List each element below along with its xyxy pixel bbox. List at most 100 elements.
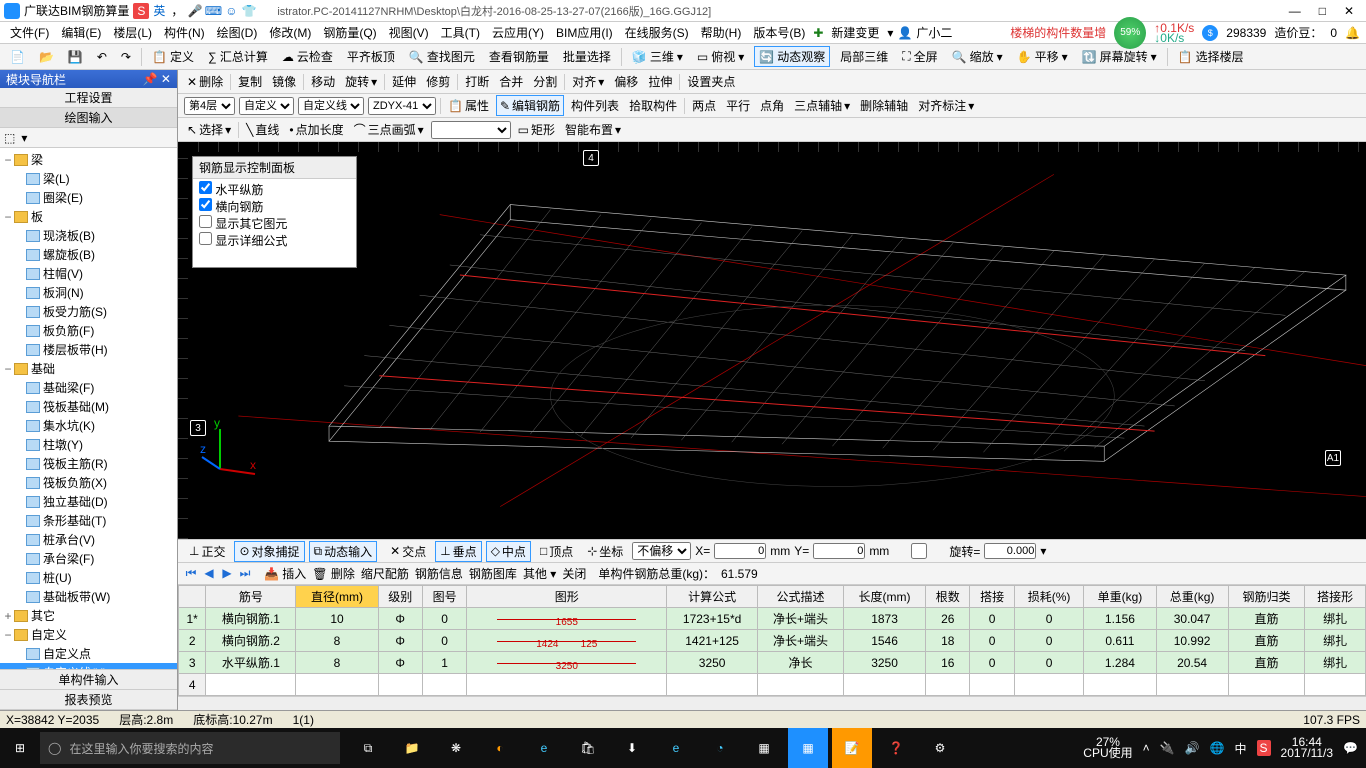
dropdown-icon[interactable]: ▾ xyxy=(1040,544,1046,558)
nav-next[interactable]: ▶ xyxy=(220,566,234,581)
table-cell[interactable]: 1546 xyxy=(844,630,926,652)
table-cell[interactable]: 16 xyxy=(926,652,970,674)
undo-button[interactable]: ↶ xyxy=(93,49,111,65)
table-cell[interactable] xyxy=(422,674,466,696)
table-cell[interactable]: 0 xyxy=(970,608,1014,630)
alignmark-button[interactable]: 对齐标注 ▾ xyxy=(915,96,977,115)
tree-node[interactable]: 板负筋(F) xyxy=(0,321,177,340)
tree-node[interactable]: 集水坑(K) xyxy=(0,416,177,435)
table-cell[interactable]: 3 xyxy=(179,652,206,674)
menu-edit[interactable]: 编辑(E) xyxy=(57,22,105,43)
panel-option[interactable]: 显示其它图元 xyxy=(199,215,350,232)
ime-keyboard-icon[interactable]: ⌨ xyxy=(205,3,221,19)
col-header[interactable]: 公式描述 xyxy=(757,586,843,608)
table-cell[interactable]: 1* xyxy=(179,608,206,630)
pick-button[interactable]: 拾取构件 xyxy=(626,96,680,115)
app-icon-7[interactable]: 📝 xyxy=(832,728,872,768)
table-cell[interactable]: 1.284 xyxy=(1084,652,1156,674)
table-cell[interactable]: 绑扎 xyxy=(1305,652,1366,674)
tree-node[interactable]: 筏板基础(M) xyxy=(0,397,177,416)
smart-button[interactable]: 智能布置 ▾ xyxy=(562,120,624,139)
ime-lang[interactable]: 英 xyxy=(151,3,167,19)
cloudcheck-button[interactable]: ☁ 云检查 xyxy=(278,47,337,66)
notifications-icon[interactable]: 💬 xyxy=(1343,741,1358,755)
menu-cloud[interactable]: 云应用(Y) xyxy=(488,22,548,43)
table-cell[interactable] xyxy=(757,674,843,696)
table-cell[interactable]: 直筋 xyxy=(1228,630,1305,652)
explorer-icon[interactable]: 📁 xyxy=(392,728,432,768)
select-button[interactable]: ↖ 选择 ▾ xyxy=(184,120,234,139)
screenrotate-button[interactable]: 🔃 屏幕旋转 ▾ xyxy=(1078,47,1161,66)
tree-node[interactable]: 板受力筋(S) xyxy=(0,302,177,321)
menu-view[interactable]: 视图(V) xyxy=(385,22,433,43)
bell-icon[interactable]: 🔔 xyxy=(1345,26,1360,40)
table-cell[interactable]: 水平纵筋.1 xyxy=(206,652,296,674)
table-cell[interactable] xyxy=(1305,674,1366,696)
nav-first[interactable]: ⏮ xyxy=(184,566,198,581)
table-cell[interactable]: 10 xyxy=(296,608,378,630)
table-cell[interactable]: 0.611 xyxy=(1084,630,1156,652)
table-cell[interactable]: 10.992 xyxy=(1156,630,1228,652)
table-cell[interactable] xyxy=(667,674,758,696)
app-icon-5[interactable]: ▦ xyxy=(744,728,784,768)
table-cell[interactable] xyxy=(467,674,667,696)
batchselect-button[interactable]: 批量选择 xyxy=(559,47,615,66)
table-cell[interactable] xyxy=(970,674,1014,696)
table-cell[interactable]: Φ xyxy=(378,652,422,674)
rebar-control-panel[interactable]: 钢筋显示控制面板 水平纵筋 横向钢筋 显示其它图元 显示详细公式 xyxy=(192,156,357,268)
tree-tool-2[interactable]: ▾ xyxy=(21,131,27,145)
topview-button[interactable]: ▭ 俯视 ▾ xyxy=(693,47,748,66)
col-header[interactable]: 长度(mm) xyxy=(844,586,926,608)
merge-button[interactable]: 合并 xyxy=(496,72,526,91)
panel-option[interactable]: 横向钢筋 xyxy=(199,198,350,215)
edge-icon[interactable]: e xyxy=(524,728,564,768)
table-cell[interactable]: 30.047 xyxy=(1156,608,1228,630)
menu-online[interactable]: 在线服务(S) xyxy=(621,22,693,43)
tab-report-preview[interactable]: 报表预览 xyxy=(0,690,177,710)
table-cell[interactable]: 1421+125 xyxy=(667,630,758,652)
tray-volume-icon[interactable]: 🔊 xyxy=(1185,741,1200,755)
table-cell[interactable]: Φ xyxy=(378,608,422,630)
tree-node[interactable]: 圈梁(E) xyxy=(0,188,177,207)
table-cell[interactable] xyxy=(206,674,296,696)
tree-node[interactable]: +其它 xyxy=(0,606,177,625)
app-icon-6[interactable]: ▦ xyxy=(788,728,828,768)
tree-node[interactable]: −板 xyxy=(0,207,177,226)
table-cell[interactable] xyxy=(926,674,970,696)
y-input[interactable] xyxy=(813,543,865,559)
ime-punct-icon[interactable]: ， xyxy=(169,3,185,19)
app-icon-3[interactable]: ⬇ xyxy=(612,728,652,768)
maximize-button[interactable]: □ xyxy=(1319,4,1326,18)
pointlen-button[interactable]: • 点加长度 xyxy=(286,120,346,139)
scale-button[interactable]: 缩尺配筋 xyxy=(361,565,409,582)
component-tree[interactable]: −梁梁(L)圈梁(E)−板现浇板(B)螺旋板(B)柱帽(V)板洞(N)板受力筋(… xyxy=(0,148,177,669)
line-button[interactable]: ╲ 直线 xyxy=(243,120,282,139)
coord-snap[interactable]: ⊹ 坐标 xyxy=(582,541,628,562)
menu-floor[interactable]: 楼层(L) xyxy=(109,22,156,43)
delete-row-button[interactable]: 🗑 删除 xyxy=(312,565,355,582)
col-header[interactable]: 损耗(%) xyxy=(1014,586,1083,608)
table-cell[interactable] xyxy=(1014,674,1083,696)
sumcalc-button[interactable]: ∑ 汇总计算 xyxy=(204,47,272,66)
table-cell[interactable] xyxy=(378,674,422,696)
col-header[interactable]: 直径(mm) xyxy=(296,586,378,608)
table-cell[interactable]: 2 xyxy=(179,630,206,652)
table-cell[interactable]: 4 xyxy=(179,674,206,696)
table-cell[interactable]: 3250 xyxy=(844,652,926,674)
tree-node[interactable]: 承台梁(F) xyxy=(0,549,177,568)
pointangle-button[interactable]: 点角 xyxy=(757,96,787,115)
insert-row-button[interactable]: 📥 插入 xyxy=(264,565,306,582)
tab-single-input[interactable]: 单构件输入 xyxy=(0,670,177,690)
col-header[interactable]: 搭接 xyxy=(970,586,1014,608)
minimize-button[interactable]: — xyxy=(1289,4,1301,18)
table-cell[interactable] xyxy=(296,674,378,696)
tree-node[interactable]: 梁(L) xyxy=(0,169,177,188)
table-cell[interactable]: 1424 125 xyxy=(467,630,667,652)
table-cell[interactable]: 0 xyxy=(970,630,1014,652)
horizontal-scrollbar[interactable] xyxy=(178,696,1366,710)
viewport-3d[interactable]: 钢筋显示控制面板 水平纵筋 横向钢筋 显示其它图元 显示详细公式 y x z 4… xyxy=(178,142,1366,539)
table-cell[interactable]: 净长 xyxy=(757,652,843,674)
arc3-button[interactable]: ⌒ 三点画弧 ▾ xyxy=(351,120,427,139)
parallel-button[interactable]: 平行 xyxy=(723,96,753,115)
dynview-button[interactable]: 🔄 动态观察 xyxy=(754,46,830,67)
